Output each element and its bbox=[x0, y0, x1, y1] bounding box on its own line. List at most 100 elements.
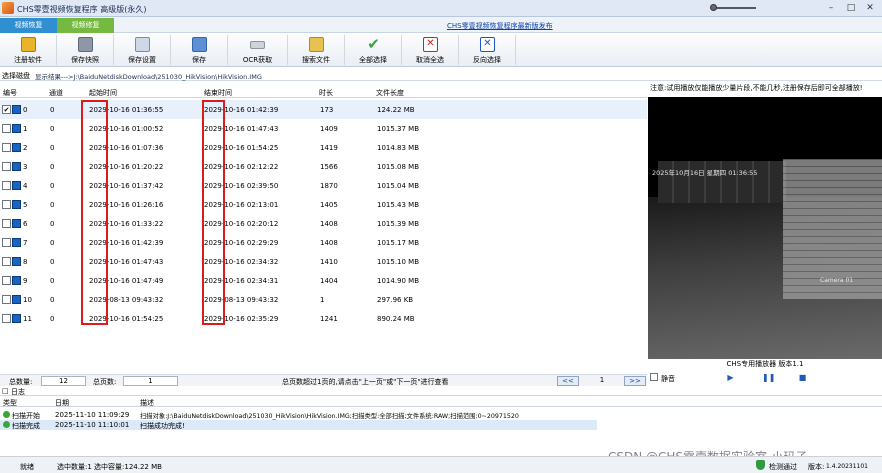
log-col-type[interactable]: 类型 bbox=[3, 398, 17, 408]
path-bar: 选择磁盘 显示结果--->J:\BaiduNetdiskDownload\251… bbox=[0, 68, 882, 81]
row-channel: 0 bbox=[50, 315, 55, 323]
invert-icon: ✕ bbox=[480, 37, 495, 52]
prev-page-button[interactable]: << bbox=[557, 376, 579, 386]
page-count: 1 bbox=[123, 376, 178, 386]
app-logo-icon bbox=[2, 2, 14, 14]
row-id: 10 bbox=[23, 296, 32, 304]
device-icon bbox=[12, 162, 21, 171]
save-button[interactable]: 保存 bbox=[171, 35, 228, 65]
tab-video-recovery[interactable]: 视频恢复 bbox=[0, 18, 57, 33]
row-size: 1015.10 MB bbox=[377, 258, 420, 266]
row-checkbox[interactable] bbox=[2, 219, 11, 228]
osd-timestamp: 2025年10月16日 星期四 01:36:55 bbox=[652, 169, 758, 177]
minimize-icon[interactable]: – bbox=[825, 2, 837, 14]
register-button[interactable]: 注册软件 bbox=[0, 35, 57, 65]
row-checkbox[interactable] bbox=[2, 143, 11, 152]
detect-status: 检测通过 bbox=[769, 463, 797, 471]
log-date: 2025-11-10 11:09:29 bbox=[55, 411, 130, 419]
tab-bar: 视频恢复 视频修复 bbox=[0, 17, 882, 33]
end-time-highlight bbox=[202, 100, 225, 325]
total-count: 12 bbox=[41, 376, 86, 386]
save-snapshot-button[interactable]: 保存快照 bbox=[57, 35, 114, 65]
select-all-label: 全部选择 bbox=[359, 56, 387, 64]
col-start[interactable]: 起始时间 bbox=[89, 88, 117, 98]
current-page[interactable]: 1 bbox=[582, 376, 622, 386]
maximize-icon[interactable]: □ bbox=[845, 2, 857, 14]
row-checkbox[interactable] bbox=[2, 314, 11, 323]
row-channel: 0 bbox=[50, 258, 55, 266]
row-checkbox[interactable] bbox=[2, 200, 11, 209]
update-link[interactable]: CHS零壹视频恢复程序最新版发布 bbox=[447, 21, 553, 31]
log-toggle-icon[interactable]: □ bbox=[2, 387, 9, 395]
col-id[interactable]: 编号 bbox=[3, 88, 17, 98]
col-duration[interactable]: 时长 bbox=[319, 88, 333, 98]
deselect-all-button[interactable]: ✕ 取消全选 bbox=[402, 35, 459, 65]
row-size: 1015.08 MB bbox=[377, 163, 420, 171]
stop-icon[interactable]: ■ bbox=[798, 373, 807, 382]
col-end[interactable]: 结束时间 bbox=[204, 88, 232, 98]
select-all-button[interactable]: ✔ 全部选择 bbox=[345, 35, 402, 65]
save-settings-button[interactable]: 保存设置 bbox=[114, 35, 171, 65]
log-type: 扫描完成 bbox=[12, 422, 40, 430]
row-id: 5 bbox=[23, 201, 28, 209]
col-size[interactable]: 文件长度 bbox=[376, 88, 404, 98]
slider-knob[interactable] bbox=[710, 4, 717, 11]
version-label: 版本: bbox=[808, 463, 825, 471]
log-row[interactable]: 扫描开始 2025-11-10 11:09:29 扫描对象:J:\BaiduNe… bbox=[0, 410, 597, 420]
window-title: CHS零壹视频恢复程序 高级版(永久) bbox=[17, 5, 147, 14]
osd-camera-name: Camera 01 bbox=[820, 277, 854, 284]
register-label: 注册软件 bbox=[14, 56, 42, 64]
row-checkbox[interactable] bbox=[2, 162, 11, 171]
ocr-button[interactable]: OCR获取 bbox=[228, 35, 288, 65]
row-duration: 1404 bbox=[320, 277, 338, 285]
snapshot-icon bbox=[78, 37, 93, 52]
invert-selection-button[interactable]: ✕ 反向选择 bbox=[459, 35, 516, 65]
row-channel: 0 bbox=[50, 201, 55, 209]
volume-slider-track[interactable] bbox=[712, 7, 756, 9]
row-checkbox[interactable] bbox=[2, 257, 11, 266]
success-icon bbox=[3, 421, 10, 428]
save-snapshot-label: 保存快照 bbox=[71, 56, 99, 64]
tab-video-repair[interactable]: 视频修复 bbox=[57, 18, 114, 33]
row-id: 6 bbox=[23, 220, 28, 228]
row-size: 1015.39 MB bbox=[377, 220, 420, 228]
next-page-button[interactable]: >> bbox=[624, 376, 646, 386]
device-icon bbox=[12, 257, 21, 266]
register-icon bbox=[21, 37, 36, 52]
file-list-header: 编号 通道 起始时间 结束时间 时长 文件长度 bbox=[0, 84, 647, 98]
row-checkbox[interactable] bbox=[2, 238, 11, 247]
row-size: 1015.43 MB bbox=[377, 201, 420, 209]
log-col-date[interactable]: 日期 bbox=[55, 398, 69, 408]
device-icon bbox=[12, 200, 21, 209]
row-channel: 0 bbox=[50, 182, 55, 190]
row-size: 1014.90 MB bbox=[377, 277, 420, 285]
select-disk-button[interactable]: 选择磁盘 bbox=[2, 71, 30, 81]
mute-checkbox[interactable] bbox=[650, 373, 658, 381]
row-id: 9 bbox=[23, 277, 28, 285]
search-file-button[interactable]: 搜索文件 bbox=[288, 35, 345, 65]
device-icon bbox=[12, 314, 21, 323]
row-checkbox[interactable] bbox=[2, 181, 11, 190]
close-icon[interactable]: ✕ bbox=[864, 2, 876, 14]
search-file-icon bbox=[309, 37, 324, 52]
row-duration: 1408 bbox=[320, 220, 338, 228]
col-channel[interactable]: 通道 bbox=[49, 88, 63, 98]
row-duration: 1 bbox=[320, 296, 325, 304]
device-icon bbox=[12, 238, 21, 247]
row-id: 8 bbox=[23, 258, 28, 266]
log-row[interactable]: 扫描完成 2025-11-10 11:10:01 扫描成功完成! bbox=[0, 420, 597, 430]
bottom-status-bar: 就绪 选中数量:1 选中容量:124.22 MB 检测通过 版本: 1.4.20… bbox=[0, 456, 882, 473]
row-checkbox[interactable] bbox=[2, 276, 11, 285]
row-size: 1014.83 MB bbox=[377, 144, 420, 152]
row-id: 0 bbox=[23, 106, 28, 114]
pause-icon[interactable]: ❚❚ bbox=[762, 373, 775, 382]
video-preview[interactable]: 2025年10月16日 星期四 01:36:55 Camera 01 bbox=[648, 97, 882, 359]
row-checkbox[interactable]: ✔ bbox=[2, 105, 11, 114]
pages-label: 总页数: bbox=[93, 378, 117, 386]
log-col-desc[interactable]: 描述 bbox=[140, 398, 154, 408]
row-checkbox[interactable] bbox=[2, 295, 11, 304]
row-size: 297.96 KB bbox=[377, 296, 414, 304]
row-checkbox[interactable] bbox=[2, 124, 11, 133]
play-icon[interactable]: ▶ bbox=[726, 373, 735, 382]
device-icon bbox=[12, 295, 21, 304]
